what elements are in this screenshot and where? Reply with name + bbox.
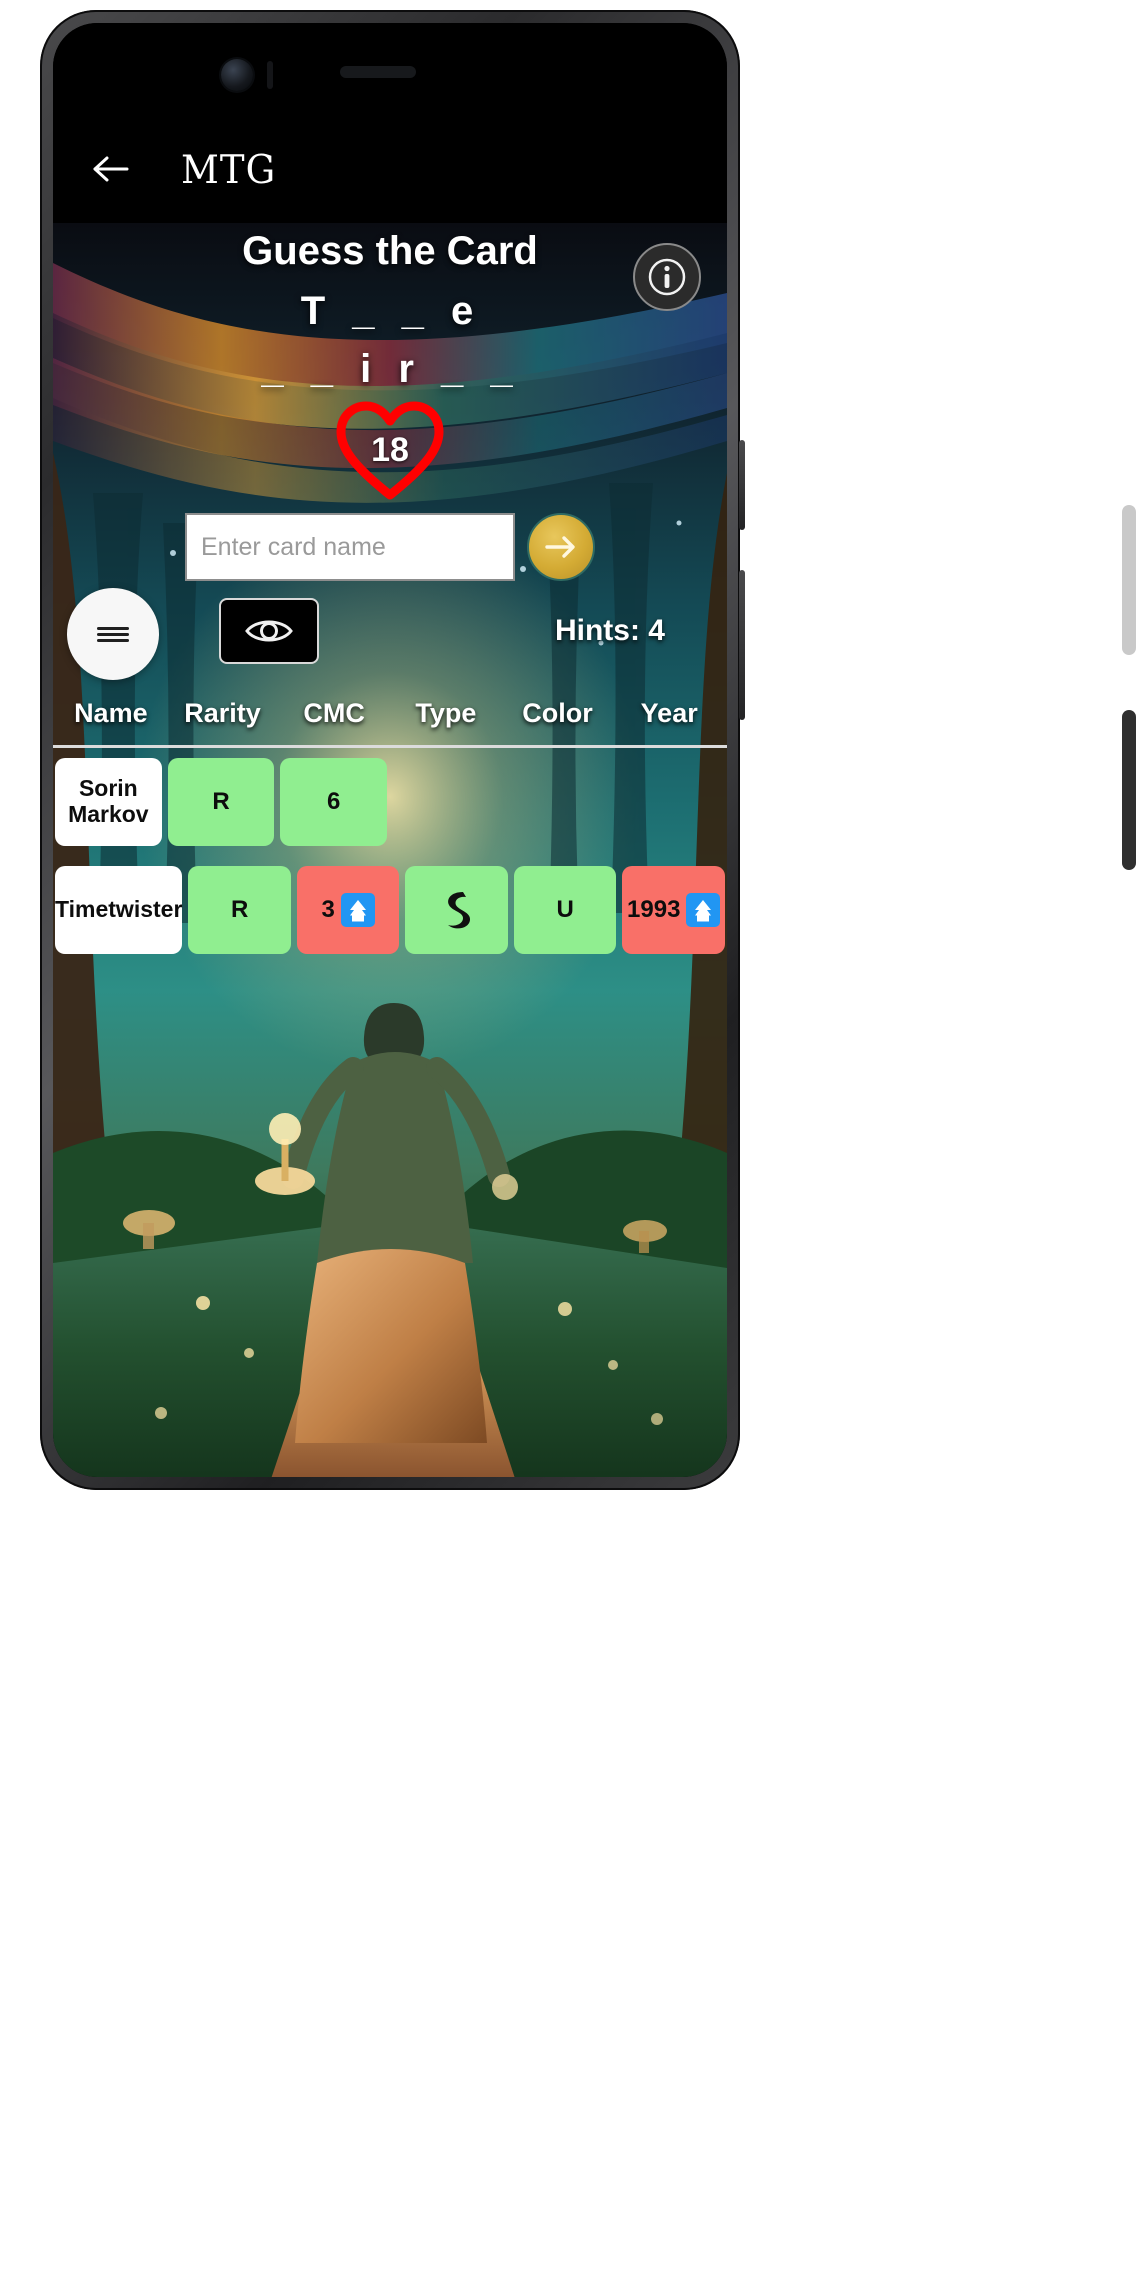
status-bar — [53, 23, 727, 115]
sensor-icon — [267, 61, 273, 89]
table-row: Timetwister R 3 U 1993 — [53, 856, 727, 964]
guess-cell-cmc: 6 — [280, 758, 388, 846]
table-row: Sorin Markov R 6 — [53, 748, 727, 856]
guess-cell-type — [393, 758, 500, 846]
card-name-input[interactable] — [185, 513, 515, 581]
burger-line — [97, 638, 129, 642]
page-title: Guess the Card — [242, 229, 538, 273]
volume-button[interactable] — [739, 440, 745, 530]
power-button[interactable] — [739, 570, 745, 720]
submit-guess-button[interactable] — [527, 513, 595, 581]
page-scrollbar-upper[interactable] — [1122, 505, 1136, 655]
eye-icon — [245, 620, 293, 642]
title-block: Guess the Card T _ _ e _ _ i r _ _ — [53, 229, 727, 398]
phone-screen: MTG Guess the Card T _ _ e _ _ i r _ _ 1… — [53, 23, 727, 1477]
arrow-up-icon — [340, 893, 375, 927]
hints-count-label: Hints: 4 — [554, 614, 665, 647]
column-header-year: Year — [640, 698, 698, 728]
guess-cell-year-value: 1993 — [627, 895, 681, 923]
guess-cell-cmc: 3 — [296, 866, 400, 954]
burger-line — [97, 626, 129, 630]
heart-icon: 18 — [335, 401, 445, 501]
masked-word-line-1: T _ _ e — [300, 289, 480, 333]
guess-cell-year: 1993 — [622, 866, 725, 954]
guess-cell-rarity: R — [167, 758, 275, 846]
phone-frame: MTG Guess the Card T _ _ e _ _ i r _ _ 1… — [40, 10, 745, 1490]
lives-count: 18 — [371, 431, 409, 469]
guess-input-row — [53, 513, 727, 581]
column-header-cmc: CMC — [303, 698, 365, 728]
guess-cell-name: Timetwister — [55, 866, 183, 954]
table-header-row: Name Rarity CMC Type Color Year — [53, 698, 727, 748]
guess-cell-color — [506, 758, 613, 846]
game-screen: Guess the Card T _ _ e _ _ i r _ _ 18 En… — [53, 223, 727, 1477]
sorcery-symbol-icon — [447, 892, 470, 929]
back-arrow-icon[interactable] — [89, 147, 133, 191]
column-header-color: Color — [522, 698, 593, 728]
info-icon[interactable] — [633, 243, 701, 311]
app-title: MTG — [181, 146, 277, 192]
app-bar: MTG — [53, 115, 727, 223]
masked-word-line-2: _ _ i r _ _ — [261, 347, 519, 391]
guess-cell-year — [618, 758, 725, 846]
reveal-letter-button[interactable] — [219, 598, 319, 664]
earpiece-speaker — [340, 66, 416, 78]
column-header-rarity: Rarity — [184, 698, 261, 728]
guess-cell-rarity: R — [188, 866, 291, 954]
guess-cell-color: U — [513, 866, 617, 954]
guess-cell-type — [405, 866, 508, 954]
guess-cell-name: Sorin Markov — [55, 758, 162, 846]
arrow-up-icon — [686, 893, 721, 927]
burger-line — [97, 632, 129, 636]
guess-table: Name Rarity CMC Type Color Year Sorin Ma… — [53, 698, 727, 964]
column-header-type: Type — [415, 698, 477, 728]
masked-word: T _ _ e _ _ i r _ _ — [175, 282, 605, 398]
column-header-name: Name — [74, 698, 148, 728]
page-scrollbar-lower[interactable] — [1122, 710, 1136, 870]
hamburger-icon[interactable] — [67, 588, 159, 680]
guess-cell-cmc-value: 3 — [321, 895, 335, 923]
front-camera-icon — [221, 59, 253, 91]
lives-indicator: 18 — [53, 401, 727, 501]
